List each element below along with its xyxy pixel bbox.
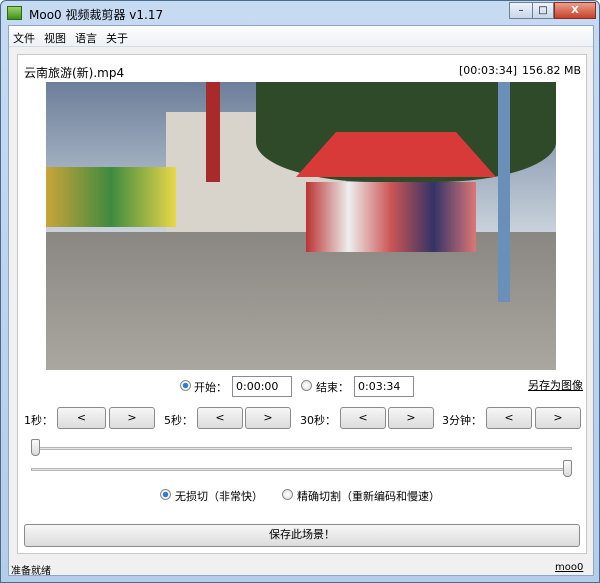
- file-size: 156.82 MB: [522, 64, 582, 77]
- start-slider-thumb[interactable]: [31, 439, 40, 456]
- file-name: 云南旅游(新).mp4: [24, 66, 125, 80]
- step-5s-forward-button[interactable]: >: [245, 407, 291, 429]
- app-window: Moo0 视频裁剪器 v1.17 – □ X 文件 视图 语言 关于 云南旅游(…: [0, 0, 600, 583]
- step-30s-forward-button[interactable]: >: [388, 407, 434, 429]
- precise-radio[interactable]: [282, 489, 293, 500]
- step-1s-back-button[interactable]: <: [57, 407, 106, 429]
- step-1s-forward-button[interactable]: >: [109, 407, 155, 429]
- lossless-label[interactable]: 无损切（非常快）: [175, 488, 263, 504]
- moo0-link[interactable]: moo0: [555, 562, 583, 573]
- start-radio[interactable]: [180, 380, 191, 391]
- step-30s-label: 30秒：: [300, 414, 336, 427]
- start-time-input[interactable]: 0:00:00: [232, 376, 292, 397]
- end-label: 结束：: [316, 381, 349, 394]
- menu-bar: 文件 视图 语言 关于: [9, 26, 593, 47]
- menu-language[interactable]: 语言: [75, 30, 97, 46]
- maximize-button[interactable]: □: [532, 2, 554, 19]
- minimize-button[interactable]: –: [509, 2, 533, 19]
- video-preview: [46, 82, 556, 370]
- end-slider-thumb[interactable]: [563, 460, 572, 477]
- save-as-image-link[interactable]: 另存为图像: [528, 377, 583, 393]
- menu-about[interactable]: 关于: [106, 30, 128, 46]
- status-text: 准备就绪: [11, 566, 51, 577]
- client-area: 文件 视图 语言 关于 云南旅游(新).mp4 [00:03:34] 156.8…: [8, 25, 594, 577]
- file-duration: [00:03:34]: [459, 64, 517, 77]
- close-button[interactable]: X: [554, 2, 596, 19]
- step-1s-label: 1秒：: [24, 414, 53, 427]
- menu-view[interactable]: 视图: [44, 30, 66, 46]
- window-title: Moo0 视频裁剪器 v1.17: [29, 8, 164, 22]
- step-5s-back-button[interactable]: <: [197, 407, 243, 429]
- precise-label[interactable]: 精确切割（重新编码和慢速）: [297, 488, 440, 504]
- lossless-radio[interactable]: [160, 489, 171, 500]
- end-radio[interactable]: [301, 380, 312, 391]
- step-3min-label: 3分钟：: [442, 414, 482, 427]
- end-time-input[interactable]: 0:03:34: [354, 376, 414, 397]
- start-slider-track[interactable]: [31, 447, 572, 450]
- save-scene-button[interactable]: 保存此场景！: [24, 524, 580, 547]
- step-3min-forward-button[interactable]: >: [535, 407, 581, 429]
- step-30s-back-button[interactable]: <: [340, 407, 386, 429]
- end-slider-track[interactable]: [31, 468, 572, 471]
- menu-file[interactable]: 文件: [13, 30, 35, 46]
- app-icon: [7, 6, 22, 20]
- step-5s-label: 5秒：: [164, 414, 193, 427]
- start-label: 开始：: [194, 381, 227, 394]
- step-3min-back-button[interactable]: <: [486, 407, 532, 429]
